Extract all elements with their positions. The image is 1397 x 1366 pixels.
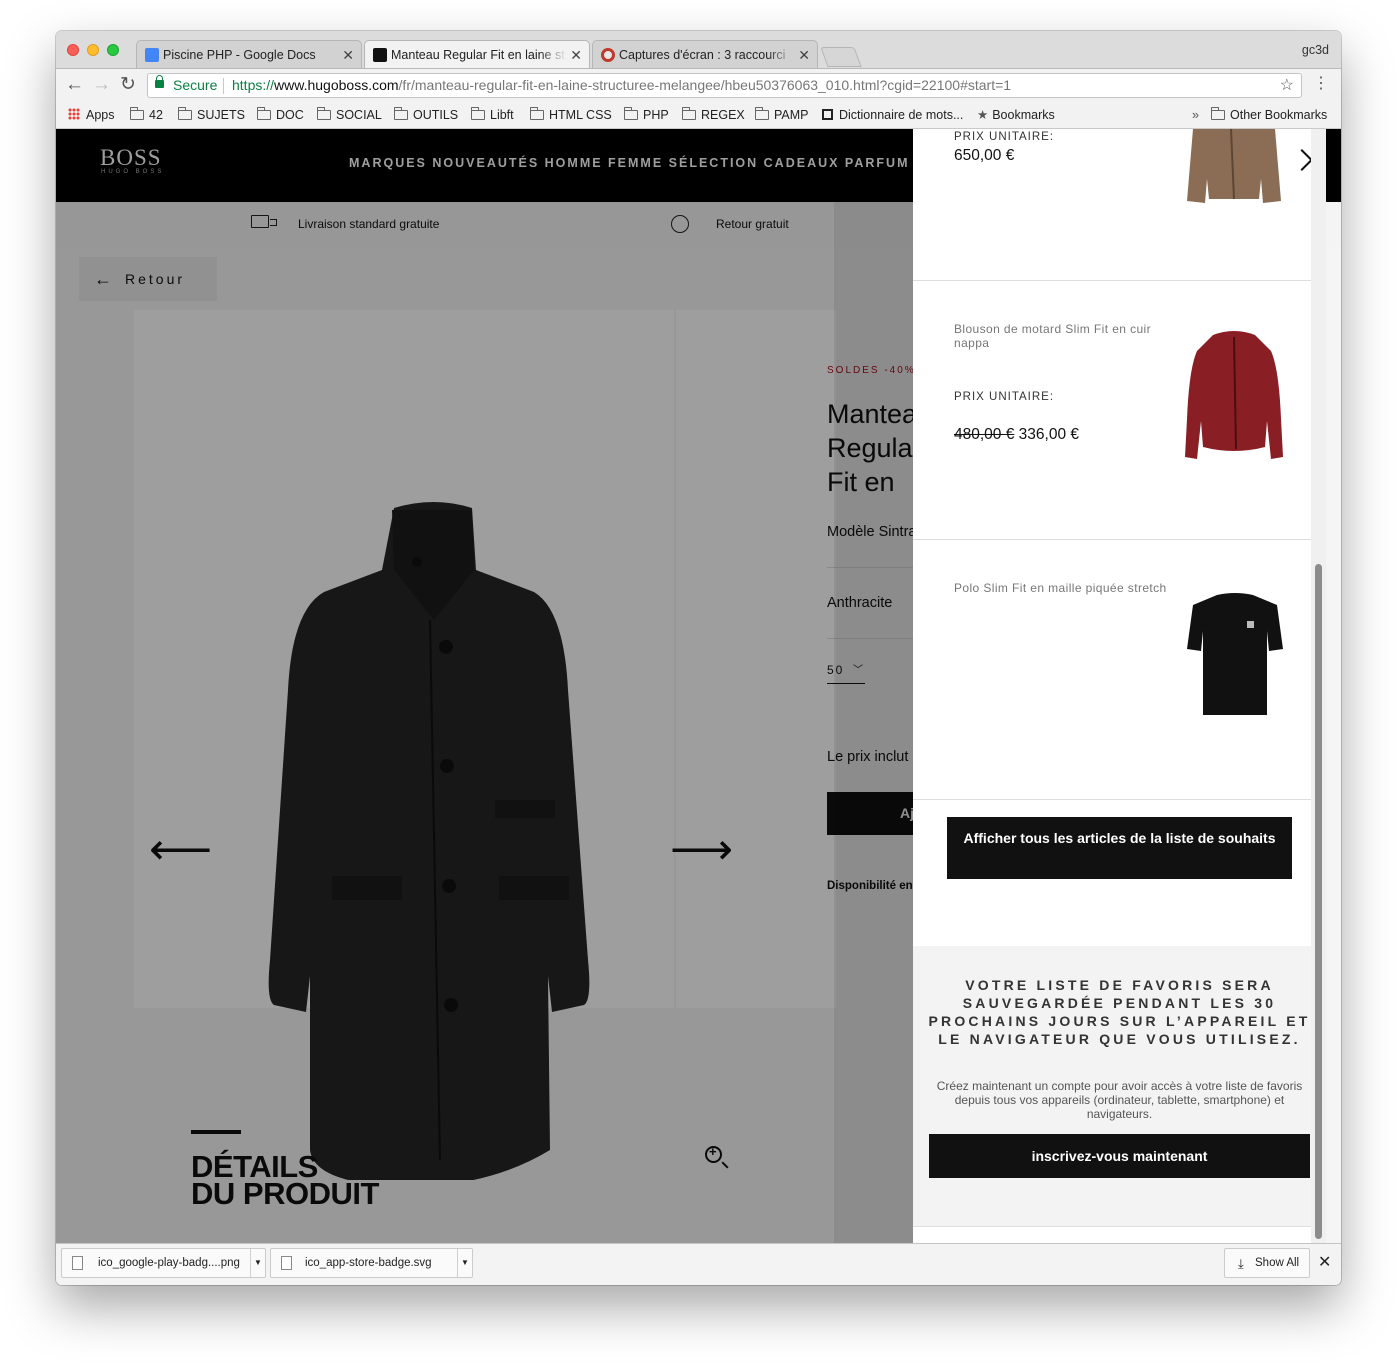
- close-icon[interactable]: ✕: [342, 41, 354, 68]
- dictionary-icon: [822, 109, 833, 120]
- wishlist-info-title: VOTRE LISTE DE FAVORIS SERA SAUVEGARDÉE …: [928, 977, 1311, 1047]
- secure-label: Secure: [173, 77, 218, 93]
- google-docs-icon: [145, 48, 159, 62]
- star-icon: ★: [977, 108, 989, 122]
- back-arrow-icon[interactable]: ←: [65, 74, 84, 96]
- download-item[interactable]: ico_google-play-badg....png ▼: [61, 1248, 266, 1278]
- unit-price-label: PRIX UNITAIRE:: [954, 131, 1055, 143]
- folder-icon: [755, 107, 769, 120]
- folder-icon: [130, 107, 144, 120]
- download-icon: ⤓: [1238, 1256, 1244, 1271]
- url-text: https://www.hugoboss.com/fr/manteau-regu…: [232, 77, 1012, 93]
- bookmark-42[interactable]: 42: [130, 107, 163, 123]
- minimize-window-button[interactable]: [87, 44, 99, 56]
- lock-icon: [155, 75, 164, 88]
- tab-google-docs[interactable]: Piscine PHP - Google Docs ✕: [136, 40, 362, 68]
- bookmark-sujets[interactable]: SUJETS: [178, 107, 245, 123]
- reload-icon[interactable]: ↻: [120, 74, 136, 96]
- profile-name[interactable]: gc3d: [1302, 43, 1329, 57]
- tab-captures[interactable]: Captures d'écran : 3 raccourci ✕: [592, 40, 818, 68]
- chevron-down-icon[interactable]: ▼: [250, 1249, 265, 1277]
- file-icon: [281, 1256, 292, 1270]
- download-shelf: ico_google-play-badg....png ▼ ico_app-st…: [56, 1243, 1341, 1285]
- bookmark-libft[interactable]: Libft: [471, 107, 514, 123]
- folder-icon: [624, 107, 638, 120]
- wishlist-drawer: PRIX UNITAIRE: 650,00 € Blouson de motar…: [913, 129, 1326, 1243]
- folder-icon: [394, 107, 408, 120]
- red-biker-jacket-thumb[interactable]: [1183, 329, 1285, 465]
- close-icon[interactable]: ✕: [570, 41, 582, 68]
- page-viewport: BOSS HUGO BOSS MARQUES NOUVEAUTÉS HOMME …: [56, 129, 1341, 1243]
- chevron-down-icon[interactable]: ▼: [457, 1249, 472, 1277]
- new-tab-button[interactable]: [820, 47, 862, 67]
- tab-strip: Piscine PHP - Google Docs ✕ Manteau Regu…: [56, 31, 1341, 69]
- close-icon[interactable]: ✕: [798, 41, 810, 68]
- bookmark-html-css[interactable]: HTML CSS: [530, 107, 612, 123]
- close-shelf-icon[interactable]: ✕: [1318, 1252, 1331, 1272]
- folder-icon: [530, 107, 544, 120]
- black-polo-thumb[interactable]: [1187, 591, 1283, 721]
- bookmark-star-icon[interactable]: ☆: [1280, 74, 1294, 97]
- tab-title: Piscine PHP - Google Docs: [163, 48, 316, 62]
- hugo-boss-icon: [373, 48, 387, 62]
- browser-menu-icon[interactable]: ⋮: [1313, 74, 1329, 94]
- item-name[interactable]: Blouson de motard Slim Fit en cuir nappa: [954, 322, 1174, 350]
- browser-toolbar: ← → ↻ Secure https://www.hugoboss.com/fr…: [56, 69, 1341, 102]
- forward-arrow-icon[interactable]: →: [92, 74, 111, 96]
- tab-hugo-boss[interactable]: Manteau Regular Fit en laine st ✕: [364, 40, 590, 68]
- page-overlay[interactable]: [56, 129, 913, 1243]
- sale-price: 336,00 €: [1018, 426, 1079, 443]
- scrollbar-thumb[interactable]: [1315, 564, 1322, 1239]
- bookmark-regex[interactable]: REGEX: [682, 107, 745, 123]
- screenshot-site-icon: [601, 48, 615, 62]
- bookmarks-overflow-icon[interactable]: »: [1192, 107, 1199, 123]
- bookmark-doc[interactable]: DOC: [257, 107, 304, 123]
- bookmark-apps[interactable]: Apps: [68, 107, 115, 123]
- signup-button[interactable]: inscrivez-vous maintenant: [929, 1134, 1310, 1178]
- wishlist-info-text: Créez maintenant un compte pour avoir ac…: [936, 1079, 1303, 1121]
- folder-icon: [317, 107, 331, 120]
- zoom-window-button[interactable]: [107, 44, 119, 56]
- bookmark-social[interactable]: SOCIAL: [317, 107, 382, 123]
- file-icon: [72, 1256, 83, 1270]
- folder-icon: [178, 107, 192, 120]
- bookmarks-bar: Apps 42 SUJETS DOC SOCIAL OUTILS Libft H…: [56, 102, 1341, 129]
- bookmark-bookmarks[interactable]: ★ Bookmarks: [977, 107, 1055, 123]
- bookmark-pamp[interactable]: PAMP: [755, 107, 809, 123]
- view-all-wishlist-button[interactable]: Afficher tous les articles de la liste d…: [947, 817, 1292, 879]
- apps-grid-icon: [68, 108, 80, 120]
- browser-window: Piscine PHP - Google Docs ✕ Manteau Regu…: [56, 31, 1341, 1285]
- item-price: 480,00 € 336,00 €: [954, 426, 1079, 444]
- drawer-scrollbar[interactable]: [1311, 129, 1326, 1243]
- brown-leather-jacket-thumb[interactable]: [1179, 129, 1289, 209]
- tab-title: Captures d'écran : 3 raccourci: [619, 48, 786, 62]
- folder-icon: [471, 107, 485, 120]
- bookmark-php[interactable]: PHP: [624, 107, 669, 123]
- old-price: 480,00 €: [954, 426, 1015, 443]
- bookmark-other[interactable]: Other Bookmarks: [1211, 107, 1327, 123]
- address-bar[interactable]: Secure https://www.hugoboss.com/fr/mante…: [147, 73, 1302, 98]
- wishlist-info-box: VOTRE LISTE DE FAVORIS SERA SAUVEGARDÉE …: [913, 946, 1326, 1226]
- item-price: 650,00 €: [954, 147, 1015, 164]
- unit-price-label: PRIX UNITAIRE:: [954, 391, 1055, 403]
- close-window-button[interactable]: [67, 44, 79, 56]
- bookmark-outils[interactable]: OUTILS: [394, 107, 458, 123]
- bookmark-dictionnaire[interactable]: Dictionnaire de mots...: [822, 107, 963, 123]
- folder-icon: [1211, 107, 1225, 120]
- item-name[interactable]: Polo Slim Fit en maille piquée stretch: [954, 581, 1174, 595]
- folder-icon: [682, 107, 696, 120]
- show-all-downloads-button[interactable]: ⤓ Show All: [1224, 1248, 1310, 1278]
- download-item[interactable]: ico_app-store-badge.svg ▼: [270, 1248, 473, 1278]
- folder-icon: [257, 107, 271, 120]
